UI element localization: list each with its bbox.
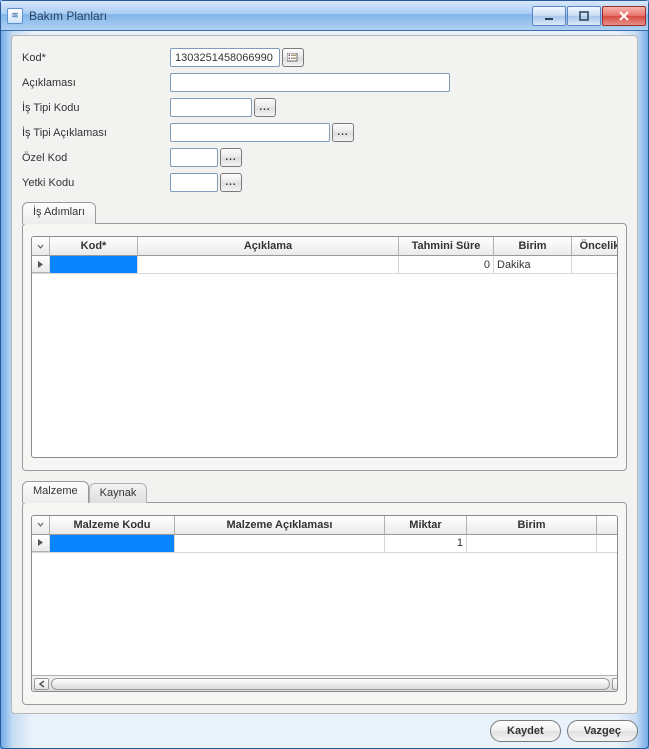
col-tahmini-sure[interactable]: Tahmini Süre xyxy=(399,237,494,256)
col-birim[interactable]: Birim xyxy=(494,237,572,256)
kod-input[interactable] xyxy=(170,48,280,67)
col-oncelik[interactable]: Öncelik xyxy=(572,237,618,256)
title-bar: ≋ Bakım Planları xyxy=(1,1,648,31)
ellipsis-icon: ... xyxy=(337,127,348,138)
cell-malzeme-kodu[interactable] xyxy=(50,535,175,552)
label-kod: Kod* xyxy=(22,52,170,64)
horizontal-scrollbar[interactable] xyxy=(32,675,618,691)
label-aciklamasi: Açıklaması xyxy=(22,77,170,89)
cell-oncelik[interactable]: 1 xyxy=(572,256,618,273)
main-panel: Kod* Açıklaması İş Tipi Kodu ... xyxy=(11,35,638,714)
label-yetki-kodu: Yetki Kodu xyxy=(22,177,170,189)
ellipsis-icon: ... xyxy=(225,152,236,163)
cell-tahmini-sure[interactable]: 0 xyxy=(399,256,494,273)
chevron-down-icon xyxy=(37,521,44,528)
cell-aciklama[interactable] xyxy=(138,256,399,273)
material-grid-header: Malzeme Kodu Malzeme Açıklaması Miktar B… xyxy=(32,516,618,535)
ellipsis-icon: ... xyxy=(225,177,236,188)
client-area: Kod* Açıklaması İş Tipi Kodu ... xyxy=(1,31,648,748)
window-title: Bakım Planları xyxy=(29,9,532,23)
yetki-kodu-input[interactable] xyxy=(170,173,218,192)
row-selector-header[interactable] xyxy=(32,516,50,535)
cell-miktar[interactable]: 1 xyxy=(385,535,467,552)
chevron-left-icon xyxy=(39,680,45,688)
chevron-right-icon xyxy=(617,680,619,688)
row-selector[interactable] xyxy=(32,256,50,273)
app-icon: ≋ xyxy=(7,8,23,24)
tab-kaynak[interactable]: Kaynak xyxy=(89,483,148,503)
label-ozel-kod: Özel Kod xyxy=(22,152,170,164)
minimize-icon xyxy=(544,11,554,21)
col-spacer2 xyxy=(597,516,618,535)
yetki-kodu-picker-button[interactable]: ... xyxy=(220,173,242,192)
is-tipi-aciklamasi-input[interactable] xyxy=(170,123,330,142)
label-is-tipi-kodu: İş Tipi Kodu xyxy=(22,102,170,114)
current-row-icon xyxy=(37,538,44,547)
ozel-kod-input[interactable] xyxy=(170,148,218,167)
col-miktar[interactable]: Miktar xyxy=(385,516,467,535)
steps-grid-header: Kod* Açıklama Tahmini Süre Birim Öncelik xyxy=(32,237,618,256)
label-is-tipi-aciklamasi: İş Tipi Açıklaması xyxy=(22,127,170,139)
is-tipi-aciklamasi-picker-button[interactable]: ... xyxy=(332,123,354,142)
col-aciklama[interactable]: Açıklama xyxy=(138,237,399,256)
is-tipi-kodu-picker-button[interactable]: ... xyxy=(254,98,276,117)
cell-kod[interactable] xyxy=(50,256,138,273)
cell-birim2[interactable] xyxy=(467,535,597,552)
form-area: Kod* Açıklaması İş Tipi Kodu ... xyxy=(22,48,627,192)
col-malzeme-aciklamasi[interactable]: Malzeme Açıklaması xyxy=(175,516,385,535)
maximize-icon xyxy=(579,11,589,21)
table-row[interactable]: 1 xyxy=(32,535,618,553)
col-birim2[interactable]: Birim xyxy=(467,516,597,535)
material-grid[interactable]: Malzeme Kodu Malzeme Açıklaması Miktar B… xyxy=(31,515,618,692)
steps-section: İş Adımları Kod* Açıklama Tahmini Süre B… xyxy=(22,202,627,471)
table-row[interactable]: 0 Dakika 1 xyxy=(32,256,618,274)
cell-malzeme-aciklamasi[interactable] xyxy=(175,535,385,552)
material-section: Malzeme Kaynak Malzeme Kodu Malzeme Açık… xyxy=(22,481,627,705)
tab-is-adimlari[interactable]: İş Adımları xyxy=(22,202,96,224)
kaydet-button[interactable]: Kaydet xyxy=(490,720,561,742)
row-selector-header[interactable] xyxy=(32,237,50,256)
scroll-left-button[interactable] xyxy=(34,678,49,690)
tab-malzeme[interactable]: Malzeme xyxy=(22,481,89,503)
button-bar: Kaydet Vazgeç xyxy=(11,714,638,742)
minimize-button[interactable] xyxy=(532,6,566,26)
ozel-kod-picker-button[interactable]: ... xyxy=(220,148,242,167)
vazgec-button[interactable]: Vazgeç xyxy=(567,720,638,742)
close-icon xyxy=(619,11,629,21)
chevron-down-icon xyxy=(37,243,44,250)
col-malzeme-kodu[interactable]: Malzeme Kodu xyxy=(50,516,175,535)
scroll-right-button[interactable] xyxy=(612,678,618,690)
scroll-thumb[interactable] xyxy=(51,678,610,690)
cell-birim[interactable]: Dakika xyxy=(494,256,572,273)
row-selector[interactable] xyxy=(32,535,50,552)
is-tipi-kodu-input[interactable] xyxy=(170,98,252,117)
ellipsis-icon: ... xyxy=(259,102,270,113)
aciklamasi-input[interactable] xyxy=(170,73,450,92)
close-button[interactable] xyxy=(602,6,646,26)
options-icon xyxy=(287,53,299,63)
maximize-button[interactable] xyxy=(567,6,601,26)
current-row-icon xyxy=(37,260,44,269)
col-kod[interactable]: Kod* xyxy=(50,237,138,256)
kod-picker-button[interactable] xyxy=(282,48,304,67)
steps-grid[interactable]: Kod* Açıklama Tahmini Süre Birim Öncelik xyxy=(31,236,618,458)
